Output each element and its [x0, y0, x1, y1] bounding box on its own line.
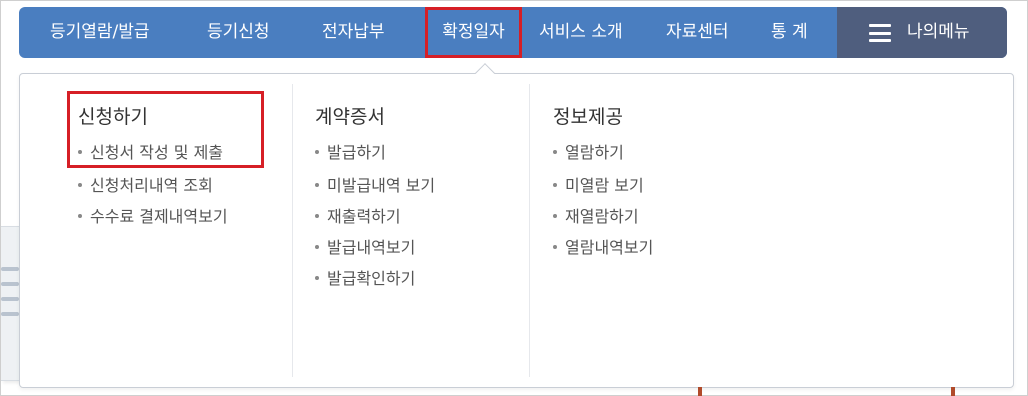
fixed-date-dropdown: 신청하기 신청서 작성 및 제출 신청처리내역 조회 수수료 결제내역보기 계약…: [19, 63, 1014, 388]
background-edge: [951, 387, 955, 396]
link-label: 열람하기: [565, 143, 624, 162]
nav-item-registry-view[interactable]: 등기열람/발급: [50, 7, 150, 58]
link-label: 신청서 작성 및 제출: [90, 143, 224, 162]
dropdown-caret: [475, 63, 495, 83]
nav-item-fixed-date[interactable]: 확정일자: [425, 7, 522, 58]
link-view[interactable]: 열람하기: [553, 139, 624, 163]
link-label: 미열람 보기: [565, 176, 644, 195]
bullet-icon: [315, 182, 319, 187]
link-reprint[interactable]: 재출력하기: [315, 203, 401, 227]
link-issue[interactable]: 발급하기: [315, 139, 386, 163]
link-view-history[interactable]: 열람내역보기: [553, 234, 653, 258]
bullet-icon: [78, 213, 82, 218]
top-navbar: 등기열람/발급 등기신청 전자납부 확정일자 서비스 소개 자료센터 통 계 나…: [19, 7, 1007, 58]
bullet-icon: [78, 149, 82, 154]
nav-item-e-payment[interactable]: 전자납부: [322, 7, 385, 58]
link-label: 발급내역보기: [327, 238, 416, 257]
link-label: 수수료 결제내역보기: [90, 207, 228, 226]
link-label: 미발급내역 보기: [327, 176, 436, 195]
nav-item-statistics[interactable]: 통 계: [771, 7, 808, 58]
column-title-info: 정보제공: [553, 106, 623, 128]
background-edge: [698, 387, 702, 396]
my-menu-button[interactable]: 나의메뉴: [837, 7, 1007, 58]
column-title-contract: 계약증서: [315, 106, 385, 128]
link-label: 신청처리내역 조회: [90, 176, 213, 195]
link-label: 재열람하기: [565, 207, 639, 226]
column-title-apply: 신청하기: [78, 106, 148, 128]
link-fee-payment-history[interactable]: 수수료 결제내역보기: [78, 203, 228, 227]
link-label: 발급하기: [327, 143, 386, 162]
link-label: 열람내역보기: [565, 238, 654, 257]
link-write-submit-application[interactable]: 신청서 작성 및 제출: [78, 139, 223, 163]
column-divider: [292, 84, 293, 377]
bullet-icon: [553, 149, 557, 154]
hamburger-icon: [869, 24, 891, 42]
link-review[interactable]: 재열람하기: [553, 203, 639, 227]
link-unissued-list[interactable]: 미발급내역 보기: [315, 172, 435, 196]
bullet-icon: [315, 244, 319, 249]
nav-item-registry-apply[interactable]: 등기신청: [207, 7, 270, 58]
bullet-icon: [553, 244, 557, 249]
bullet-icon: [315, 275, 319, 280]
bullet-icon: [315, 213, 319, 218]
link-label: 발급확인하기: [327, 269, 416, 288]
my-menu-label: 나의메뉴: [907, 22, 970, 42]
bullet-icon: [553, 213, 557, 218]
link-issue-verify[interactable]: 발급확인하기: [315, 265, 415, 289]
link-issue-history[interactable]: 발급내역보기: [315, 234, 415, 258]
bullet-icon: [315, 149, 319, 154]
nav-item-service-intro[interactable]: 서비스 소개: [539, 7, 623, 58]
link-unviewed[interactable]: 미열람 보기: [553, 172, 644, 196]
nav-item-data-center[interactable]: 자료센터: [666, 7, 729, 58]
column-divider: [529, 84, 530, 377]
bullet-icon: [78, 182, 82, 187]
bullet-icon: [553, 182, 557, 187]
link-application-status[interactable]: 신청처리내역 조회: [78, 172, 213, 196]
link-label: 재출력하기: [327, 207, 401, 226]
